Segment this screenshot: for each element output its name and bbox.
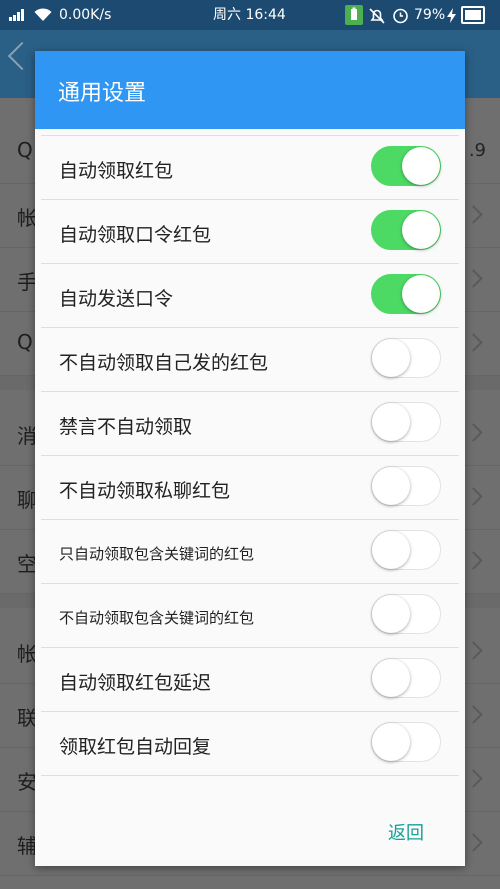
setting-label: 自动发送口令 [59,288,174,310]
chevron-right-icon [464,705,483,724]
status-bar: 0.00K/s 周六 16:44 79% [0,0,500,30]
battery-level: 79% [414,7,446,23]
toggle-switch[interactable] [371,722,441,762]
chevron-right-icon [464,333,483,352]
charging-icon [447,8,456,23]
setting-label: 自动领取红包延迟 [59,672,212,694]
setting-label: 不自动领取自己发的红包 [59,352,269,374]
dialog-title: 通用设置 [58,81,147,106]
toggle-switch[interactable] [371,594,441,634]
back-button[interactable]: 返回 [388,815,424,849]
chevron-right-icon [464,423,483,442]
setting-skip-own-red-packet[interactable]: 不自动领取自己发的红包 [41,327,459,391]
network-speed: 0.00K/s [59,7,112,23]
battery-saver-icon [345,5,363,25]
setting-skip-with-keywords[interactable]: 不自动领取包含关键词的红包 [41,583,459,647]
toggle-knob [372,595,410,633]
chevron-right-icon [464,769,483,788]
setting-label: 自动领取红包 [59,160,174,182]
toggle-knob [402,147,440,185]
chevron-right-icon [464,205,483,224]
toggle-knob [372,531,410,569]
chevron-right-icon [464,487,483,506]
day-time: 周六 16:44 [213,7,286,23]
toggle-knob [372,659,410,697]
setting-auto-reply[interactable]: 领取红包自动回复 [41,711,459,776]
setting-label: 只自动领取包含关键词的红包 [59,545,255,563]
setting-label: 不自动领取私聊红包 [59,480,231,502]
chevron-right-icon [464,833,483,852]
toggle-knob [372,339,410,377]
alarm-icon [393,8,408,24]
setting-label: 领取红包自动回复 [59,736,212,758]
toggle-switch[interactable] [371,146,441,186]
toggle-switch[interactable] [371,466,441,506]
toggle-switch[interactable] [371,338,441,378]
signal-icon [9,9,27,21]
chevron-right-icon [464,551,483,570]
toggle-knob [372,467,410,505]
setting-only-with-keywords[interactable]: 只自动领取包含关键词的红包 [41,519,459,583]
setting-auto-send-password[interactable]: 自动发送口令 [41,263,459,327]
battery-icon [461,6,485,24]
toggle-knob [372,723,410,761]
setting-auto-grab-password-red-packet[interactable]: 自动领取口令红包 [41,199,459,263]
toggle-switch[interactable] [371,658,441,698]
chevron-right-icon [464,269,483,288]
setting-skip-private-chat[interactable]: 不自动领取私聊红包 [41,455,459,519]
toggle-switch[interactable] [371,530,441,570]
chevron-right-icon [464,641,483,660]
wifi-icon [34,8,52,21]
toggle-switch[interactable] [371,210,441,250]
general-settings-dialog: 通用设置 自动领取红包 自动领取口令红包 自动发送口令 不自动领取自己发的红包 … [35,51,465,866]
toggle-knob [372,403,410,441]
toggle-knob [402,211,440,249]
mute-icon [369,8,385,24]
setting-skip-when-muted[interactable]: 禁言不自动领取 [41,391,459,455]
dialog-header: 通用设置 [35,51,465,129]
setting-label: 不自动领取包含关键词的红包 [59,609,255,627]
toggle-switch[interactable] [371,402,441,442]
setting-label: 禁言不自动领取 [59,416,193,438]
toggle-knob [402,275,440,313]
screen: 0.00K/s 周六 16:44 79% Q .9 帐 手 Q 消 聊 空 帐 … [0,0,500,889]
setting-auto-grab-red-packet[interactable]: 自动领取红包 [41,135,459,199]
setting-grab-delay[interactable]: 自动领取红包延迟 [41,647,459,711]
toggle-switch[interactable] [371,274,441,314]
setting-label: 自动领取口令红包 [59,224,212,246]
